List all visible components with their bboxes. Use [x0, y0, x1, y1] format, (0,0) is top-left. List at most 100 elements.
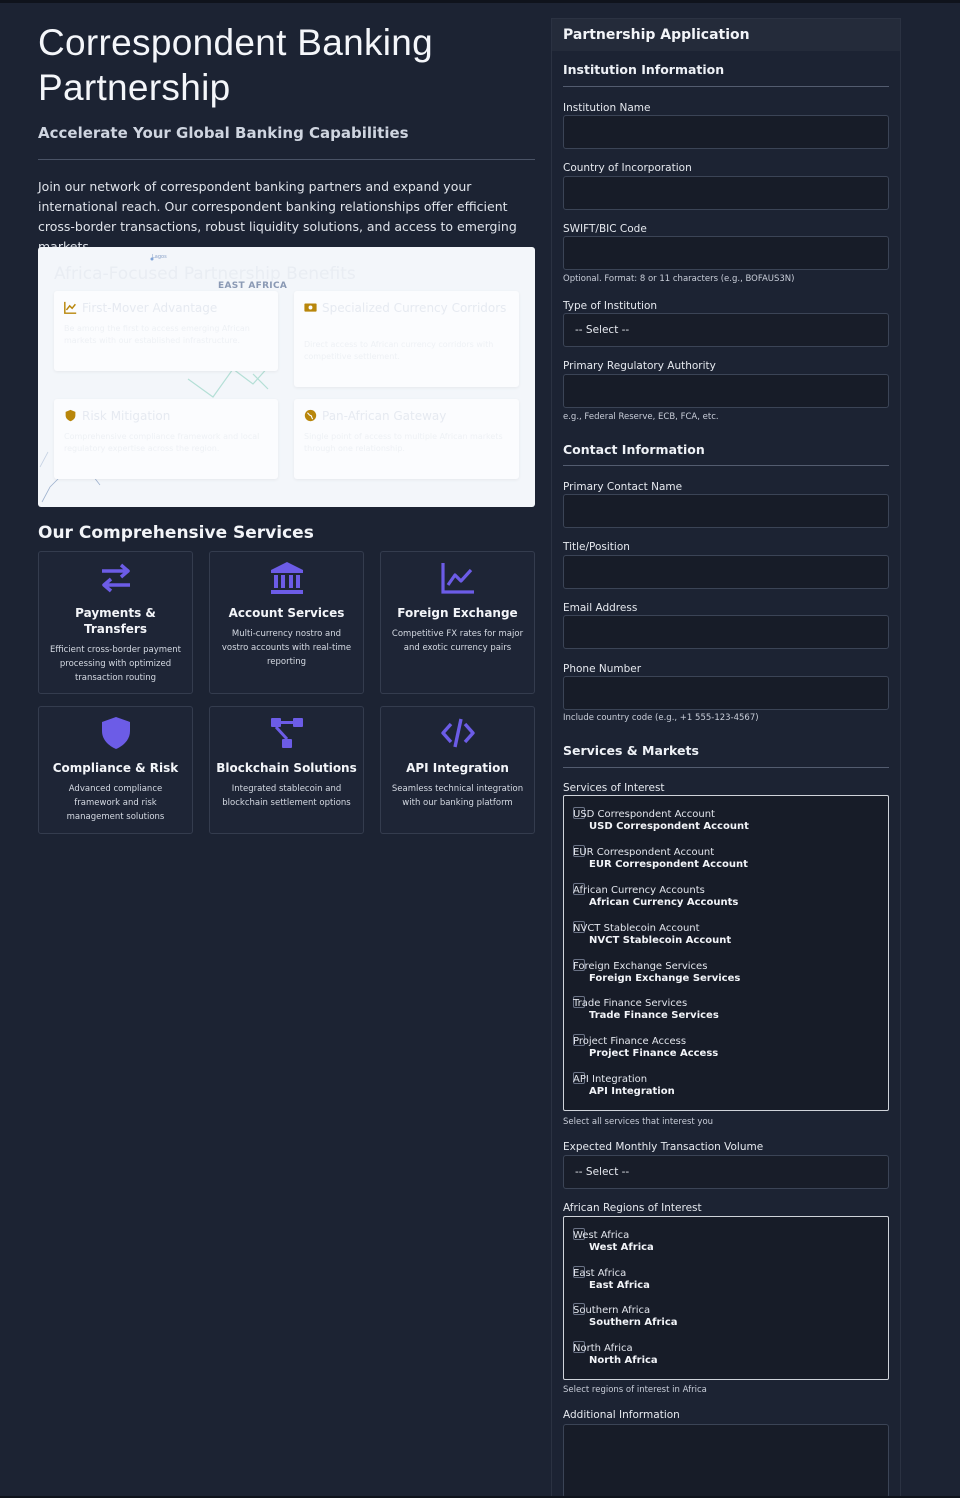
- swift-label: SWIFT/BIC Code: [563, 223, 647, 235]
- benefit-title: First-Mover Advantage: [82, 301, 218, 315]
- service-option-api[interactable]: API Integration API Integration: [573, 1072, 873, 1100]
- code-brackets-icon: [440, 718, 475, 748]
- option-label-bold: Southern Africa: [589, 1317, 678, 1328]
- service-title: Account Services: [228, 606, 345, 620]
- service-title: Blockchain Solutions: [216, 761, 357, 775]
- benefit-title: Specialized Currency Corridors: [322, 301, 507, 315]
- benefit-card-gateway: Pan-African Gateway Single point of acce…: [294, 399, 519, 479]
- shield-icon: [101, 717, 130, 749]
- region-option-north[interactable]: North Africa North Africa: [573, 1341, 873, 1369]
- globe-icon: [304, 409, 317, 422]
- additional-info-label: Additional Information: [563, 1409, 680, 1421]
- benefit-desc: Be among the first to access emerging Af…: [64, 324, 250, 345]
- benefit-desc: Comprehensive compliance framework and l…: [64, 432, 260, 453]
- option-label: Trade Finance Services: [573, 998, 688, 1009]
- map-region-label: EAST AFRICA: [218, 281, 288, 291]
- option-label-bold: Trade Finance Services: [589, 1010, 719, 1021]
- regulator-input[interactable]: [563, 374, 889, 408]
- service-desc: Seamless technical integration with our …: [391, 784, 524, 808]
- service-option-trade-finance[interactable]: Trade Finance Services Trade Finance Ser…: [573, 996, 873, 1024]
- service-option-african-currency[interactable]: African Currency Accounts African Curren…: [573, 883, 873, 911]
- option-label-bold: West Africa: [589, 1242, 654, 1253]
- service-card-api: API Integration Seamless technical integ…: [380, 706, 535, 834]
- section-divider: [563, 86, 889, 87]
- phone-hint: Include country code (e.g., +1 555-123-4…: [563, 713, 759, 723]
- contact-name-input[interactable]: [563, 494, 889, 528]
- section-services-title: Services & Markets: [563, 743, 699, 758]
- bank-building-icon: [270, 562, 303, 594]
- benefits-title: Africa-Focused Partnership Benefits: [54, 264, 356, 284]
- option-label-bold: API Integration: [589, 1086, 675, 1097]
- service-desc: Competitive FX rates for major and exoti…: [391, 629, 524, 653]
- services-checkbox-list: USD Correspondent Account USD Correspond…: [563, 795, 889, 1111]
- network-nodes-icon: [270, 718, 303, 748]
- phone-input[interactable]: [563, 676, 889, 710]
- option-label-bold: North Africa: [589, 1355, 658, 1366]
- option-label: East Africa: [573, 1268, 627, 1279]
- option-label-bold: Foreign Exchange Services: [589, 973, 741, 984]
- option-label: API Integration: [573, 1074, 648, 1085]
- additional-info-textarea[interactable]: [563, 1424, 889, 1498]
- institution-name-input[interactable]: [563, 115, 889, 149]
- map-city-label: Lagos: [152, 254, 167, 260]
- service-option-project-finance[interactable]: Project Finance Access Project Finance A…: [573, 1034, 873, 1062]
- institution-name-label: Institution Name: [563, 102, 651, 114]
- section-divider: [563, 465, 889, 466]
- contact-name-label: Primary Contact Name: [563, 481, 683, 493]
- service-option-usd[interactable]: USD Correspondent Account USD Correspond…: [573, 807, 873, 835]
- position-label: Title/Position: [563, 541, 630, 553]
- section-divider: [563, 767, 889, 768]
- option-label: NVCT Stablecoin Account: [573, 923, 700, 934]
- country-label: Country of Incorporation: [563, 162, 692, 174]
- region-option-east[interactable]: East Africa East Africa: [573, 1266, 873, 1294]
- benefit-desc: Single point of access to multiple Afric…: [304, 432, 503, 453]
- volume-select[interactable]: -- Select --: [563, 1155, 889, 1189]
- option-label-bold: East Africa: [589, 1280, 650, 1291]
- service-desc: Efficient cross-border payment processin…: [49, 645, 181, 683]
- service-desc: Advanced compliance framework and risk m…: [66, 784, 165, 822]
- option-label-bold: Project Finance Access: [589, 1048, 719, 1059]
- top-border: [0, 0, 960, 3]
- region-option-west[interactable]: West Africa West Africa: [573, 1228, 873, 1256]
- service-desc: Multi-currency nostro and vostro account…: [221, 629, 352, 667]
- form-header: Partnership Application: [552, 19, 900, 51]
- swift-hint: Optional. Format: 8 or 11 characters (e.…: [563, 274, 795, 284]
- africa-map-panel: Lagos Africa-Focused Partnership Benefit…: [38, 247, 535, 507]
- chart-line-icon: [64, 301, 77, 314]
- regulator-hint: e.g., Federal Reserve, ECB, FCA, etc.: [563, 412, 719, 422]
- section-contact-title: Contact Information: [563, 442, 705, 457]
- benefit-card-first-mover: First-Mover Advantage Be among the first…: [54, 291, 278, 371]
- service-card-payments: Payments & Transfers Efficient cross-bor…: [38, 551, 193, 694]
- service-card-accounts: Account Services Multi-currency nostro a…: [209, 551, 364, 694]
- service-card-blockchain: Blockchain Solutions Integrated stableco…: [209, 706, 364, 834]
- option-label: Southern Africa: [573, 1305, 651, 1316]
- form-title: Partnership Application: [563, 27, 750, 43]
- country-input[interactable]: [563, 176, 889, 210]
- service-card-fx: Foreign Exchange Competitive FX rates fo…: [380, 551, 535, 694]
- option-label: Foreign Exchange Services: [573, 961, 708, 972]
- position-input[interactable]: [563, 555, 889, 589]
- option-label: North Africa: [573, 1343, 633, 1354]
- service-title: Payments & Transfers: [75, 606, 156, 636]
- hero-divider: [38, 159, 535, 160]
- email-input[interactable]: [563, 615, 889, 649]
- benefit-card-currency-corridors: Specialized Currency Corridors Direct ac…: [294, 291, 519, 387]
- region-option-southern[interactable]: Southern Africa Southern Africa: [573, 1303, 873, 1331]
- option-label-bold: African Currency Accounts: [589, 897, 739, 908]
- volume-label: Expected Monthly Transaction Volume: [563, 1141, 764, 1153]
- services-heading: Our Comprehensive Services: [38, 523, 314, 543]
- section-institution-title: Institution Information: [563, 62, 725, 77]
- service-option-nvct[interactable]: NVCT Stablecoin Account NVCT Stablecoin …: [573, 921, 873, 949]
- benefit-desc: Direct access to African currency corrid…: [304, 340, 494, 361]
- regions-checkbox-list: West Africa West Africa East Africa East…: [563, 1216, 889, 1380]
- chart-line-icon: [440, 563, 474, 594]
- service-option-eur[interactable]: EUR Correspondent Account EUR Correspond…: [573, 845, 873, 873]
- money-bill-icon: [304, 303, 317, 312]
- regions-hint: Select regions of interest in Africa: [563, 1385, 707, 1395]
- swift-input[interactable]: [563, 236, 889, 270]
- service-title: Compliance & Risk: [52, 761, 179, 775]
- option-label-bold: EUR Correspondent Account: [589, 859, 748, 870]
- service-option-fx[interactable]: Foreign Exchange Services Foreign Exchan…: [573, 959, 873, 987]
- phone-label: Phone Number: [563, 663, 642, 675]
- type-select[interactable]: -- Select --: [563, 313, 889, 347]
